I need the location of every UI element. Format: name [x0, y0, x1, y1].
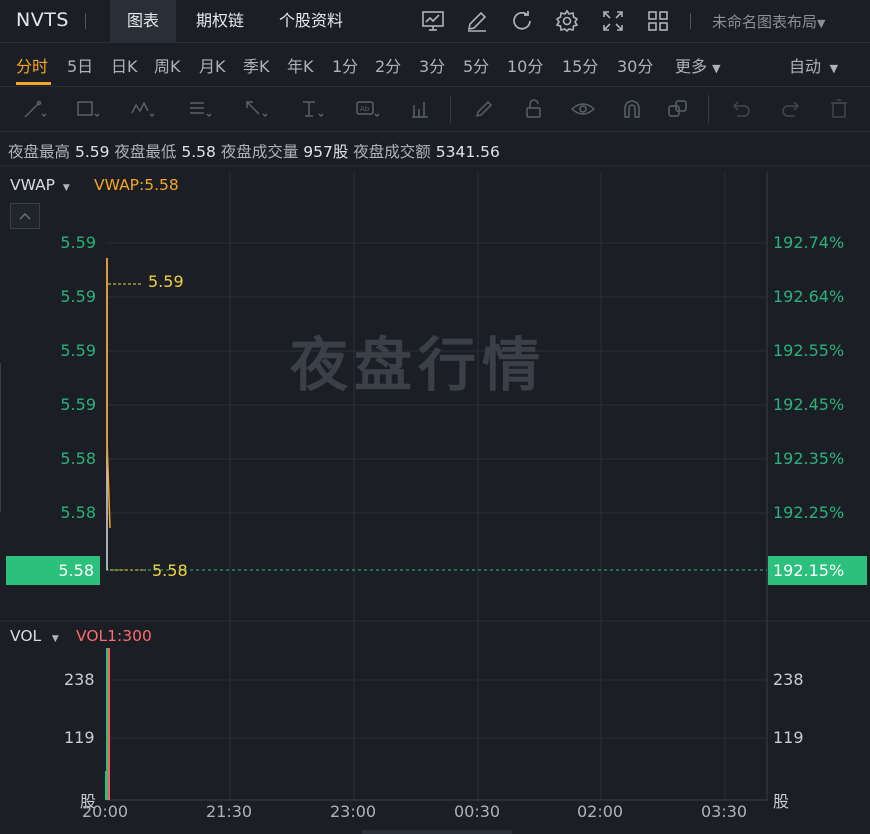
price-axis-tick: 5.58	[60, 503, 96, 522]
percent-axis-tick: 192.64%	[773, 287, 845, 306]
volume-bar	[108, 648, 110, 800]
time-axis-tick: 02:00	[577, 802, 624, 821]
chevron-up-icon	[19, 212, 31, 220]
percent-axis-tick: 192.55%	[773, 341, 845, 360]
volume-axis-tick: 119	[773, 728, 804, 747]
caret-down-icon: ▼	[59, 183, 70, 193]
low-marker-label: 5.58	[152, 561, 188, 580]
chart-canvas[interactable]	[0, 0, 870, 834]
time-axis-tick: 20:00	[82, 802, 129, 821]
volume-bar	[105, 771, 106, 800]
vol-indicator-name: VOL	[10, 627, 42, 645]
vwap-value: VWAP:5.58	[94, 176, 179, 194]
vwap-indicator-selector[interactable]: VWAP ▼	[10, 176, 70, 194]
vol-value: VOL1:300	[76, 627, 152, 645]
time-axis-tick: 03:30	[701, 802, 748, 821]
time-axis-tick: 21:30	[206, 802, 253, 821]
price-axis-tick: 5.59	[60, 395, 96, 414]
volume-axis-tick: 119	[64, 728, 95, 747]
time-axis-tick: 00:30	[454, 802, 501, 821]
watermark-text: 夜盘行情	[290, 331, 547, 399]
grid-lines	[0, 165, 870, 801]
percent-axis-tick: 192.45%	[773, 395, 845, 414]
percent-axis-tick: 192.74%	[773, 233, 845, 252]
volume-bar	[106, 648, 108, 800]
horizontal-scrollbar	[362, 830, 512, 834]
price-axis-tick: 5.58	[60, 449, 96, 468]
vol-indicator-selector[interactable]: VOL ▼	[10, 627, 59, 645]
vwap-indicator-name: VWAP	[10, 176, 56, 194]
volume-axis-tick: 238	[64, 670, 95, 689]
price-axis-tick: 5.59	[60, 233, 96, 252]
volume-unit-label: 股	[773, 792, 790, 811]
price-axis-tick: 5.59	[60, 287, 96, 306]
current-price-badge: 5.58	[6, 556, 100, 585]
time-axis-tick: 23:00	[330, 802, 377, 821]
volume-axis-tick: 238	[773, 670, 804, 689]
high-marker-label: 5.59	[148, 272, 184, 291]
percent-axis-tick: 192.35%	[773, 449, 845, 468]
collapse-indicator-button[interactable]	[10, 203, 40, 229]
caret-down-icon: ▼	[46, 634, 59, 644]
percent-axis-tick: 192.25%	[773, 503, 845, 522]
price-axis-tick: 5.59	[60, 341, 96, 360]
current-percent-badge: 192.15%	[768, 556, 867, 585]
